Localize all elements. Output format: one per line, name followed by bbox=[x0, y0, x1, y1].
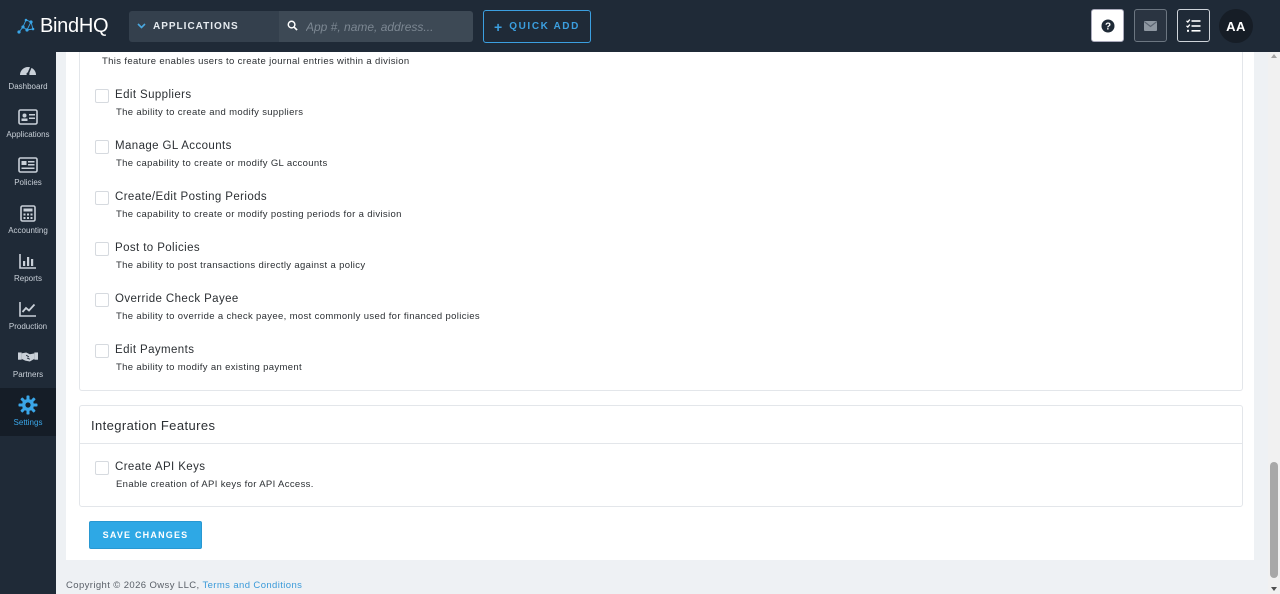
sidebar-item-partners[interactable]: Partners bbox=[0, 340, 56, 388]
save-changes-button[interactable]: SAVE CHANGES bbox=[89, 521, 202, 549]
sidebar-item-label: Reports bbox=[13, 274, 42, 283]
svg-text:?: ? bbox=[1104, 21, 1110, 32]
scroll-up-arrow-icon[interactable] bbox=[1271, 54, 1277, 58]
permission-checkbox[interactable] bbox=[95, 293, 109, 307]
permission-description: The ability to override a check payee, m… bbox=[116, 311, 481, 322]
calculator-icon bbox=[18, 204, 38, 222]
accounting-permissions-panel: This feature enables users to create jou… bbox=[79, 52, 1243, 391]
permission-description: The capability to create or modify posti… bbox=[116, 209, 402, 220]
permission-checkbox[interactable] bbox=[95, 242, 109, 256]
permission-checkbox[interactable] bbox=[95, 89, 109, 103]
question-circle-icon: ? bbox=[1101, 19, 1114, 32]
permission-name: Edit Suppliers bbox=[115, 89, 192, 101]
search-icon bbox=[287, 18, 298, 36]
quick-add-label: QUICK ADD bbox=[509, 21, 580, 32]
sidebar-item-policies[interactable]: Policies bbox=[0, 148, 56, 196]
permission-name: Edit Payments bbox=[115, 344, 195, 356]
sidebar-item-label: Production bbox=[8, 322, 48, 331]
tasks-button[interactable] bbox=[1177, 9, 1210, 42]
permission-checkbox[interactable] bbox=[95, 140, 109, 154]
sidebar-item-label: Applications bbox=[6, 130, 50, 139]
permission-description: The ability to post transactions directl… bbox=[116, 260, 366, 271]
user-avatar[interactable]: AA bbox=[1219, 9, 1253, 43]
messages-button[interactable] bbox=[1134, 9, 1167, 42]
brand-name: BindHQ bbox=[40, 14, 109, 37]
permission-description: The ability to create and modify supplie… bbox=[116, 107, 304, 118]
bar-chart-icon bbox=[18, 252, 38, 270]
footer: Copyright © 2026 Owsy LLC, Terms and Con… bbox=[66, 580, 302, 591]
sidebar-item-label: Partners bbox=[12, 370, 44, 379]
sidebar-item-label: Settings bbox=[13, 418, 43, 427]
sidebar-item-label: Policies bbox=[14, 178, 42, 187]
permission-name: Create API Keys bbox=[115, 461, 206, 473]
sidebar-item-applications[interactable]: Applications bbox=[0, 100, 56, 148]
permission-name: Post to Policies bbox=[115, 242, 201, 254]
search-input[interactable] bbox=[306, 19, 466, 34]
newspaper-icon bbox=[18, 156, 38, 174]
chevron-down-icon bbox=[137, 21, 146, 32]
panel-title: Integration Features bbox=[80, 406, 1242, 444]
gear-icon bbox=[18, 395, 38, 415]
scrollbar-thumb[interactable] bbox=[1270, 462, 1278, 578]
permission-name: Override Check Payee bbox=[115, 293, 239, 305]
id-card-icon bbox=[18, 108, 38, 126]
application-type-label: APPLICATIONS bbox=[153, 21, 239, 32]
sidebar-item-label: Accounting bbox=[8, 226, 48, 235]
journal-entries-description: This feature enables users to create jou… bbox=[102, 56, 410, 67]
sidebar-item-reports[interactable]: Reports bbox=[0, 244, 56, 292]
permission-checkbox[interactable] bbox=[95, 461, 109, 475]
permission-description: Enable creation of API keys for API Acce… bbox=[116, 479, 314, 490]
permission-checkbox[interactable] bbox=[95, 344, 109, 358]
handshake-icon bbox=[18, 348, 38, 366]
sidebar: Dashboard Applications Policies Accounti… bbox=[0, 52, 56, 594]
help-button[interactable]: ? bbox=[1091, 9, 1124, 42]
envelope-icon bbox=[1144, 20, 1157, 31]
sidebar-item-production[interactable]: Production bbox=[0, 292, 56, 340]
scroll-down-arrow-icon[interactable] bbox=[1271, 587, 1277, 591]
permission-description: The capability to create or modify GL ac… bbox=[116, 158, 328, 169]
permission-name: Manage GL Accounts bbox=[115, 140, 232, 152]
settings-card: This feature enables users to create jou… bbox=[66, 52, 1254, 560]
logo-mark-icon bbox=[17, 18, 35, 34]
main-content: This feature enables users to create jou… bbox=[56, 52, 1268, 594]
line-chart-icon bbox=[18, 300, 38, 318]
brand-logo[interactable]: BindHQ bbox=[16, 13, 109, 39]
permission-checkbox[interactable] bbox=[95, 191, 109, 205]
plus-icon: + bbox=[494, 18, 503, 35]
page-scrollbar[interactable] bbox=[1268, 52, 1280, 594]
checklist-icon bbox=[1186, 19, 1201, 32]
integration-features-panel: Integration Features Create API Keys Ena… bbox=[79, 405, 1243, 507]
application-type-dropdown[interactable]: APPLICATIONS bbox=[129, 11, 279, 42]
permission-name: Create/Edit Posting Periods bbox=[115, 191, 268, 203]
search-box[interactable] bbox=[279, 11, 473, 42]
copyright-text: Copyright © 2026 Owsy LLC, bbox=[66, 580, 203, 591]
gauge-icon bbox=[18, 60, 38, 78]
quick-add-button[interactable]: + QUICK ADD bbox=[483, 10, 591, 43]
permission-description: The ability to modify an existing paymen… bbox=[116, 362, 302, 373]
sidebar-item-settings[interactable]: Settings bbox=[0, 388, 56, 436]
terms-link[interactable]: Terms and Conditions bbox=[202, 580, 302, 591]
sidebar-item-dashboard[interactable]: Dashboard bbox=[0, 52, 56, 100]
top-navbar: BindHQ APPLICATIONS + QUICK ADD ? AA bbox=[0, 0, 1280, 52]
sidebar-item-accounting[interactable]: Accounting bbox=[0, 196, 56, 244]
sidebar-item-label: Dashboard bbox=[8, 82, 48, 91]
